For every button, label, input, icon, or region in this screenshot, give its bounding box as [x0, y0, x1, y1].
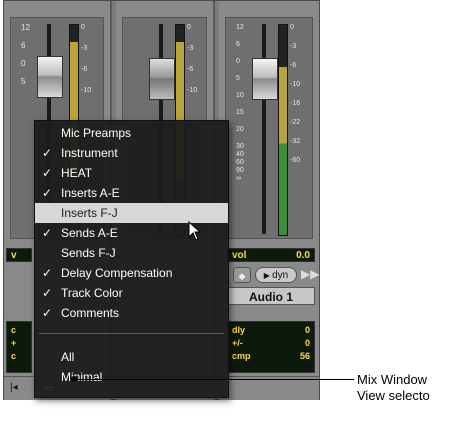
checkmark-icon: ✓	[42, 266, 53, 280]
menu-item-minimal[interactable]: Minimal	[35, 367, 228, 387]
callout-line	[74, 379, 354, 380]
menu-item-comments[interactable]: ✓ Comments	[35, 303, 228, 323]
delay-compensation-display: dly 0 +/- 0 cmp 56	[227, 321, 315, 373]
meter-scale: 0 -3 -6 -10 -16 -22 -32 -60	[290, 24, 301, 164]
expand-left-icon[interactable]: |◂	[10, 382, 18, 393]
volume-fader[interactable]	[37, 56, 63, 98]
checkmark-icon: ✓	[42, 166, 53, 180]
fader-track	[262, 24, 266, 234]
menu-item-inserts-f-j[interactable]: Inserts F-J	[35, 203, 228, 223]
menu-item-track-color[interactable]: ✓ Track Color	[35, 283, 228, 303]
volume-display[interactable]: v	[6, 248, 32, 262]
menu-item-inserts-a-e[interactable]: ✓ Inserts A-E	[35, 183, 228, 203]
track-name[interactable]: Audio 1	[227, 287, 315, 305]
volume-fader[interactable]	[252, 58, 278, 100]
checkmark-icon: ✓	[42, 186, 53, 200]
menu-item-delay-compensation[interactable]: ✓ Delay Compensation	[35, 263, 228, 283]
meter-scale: 0 -3 -6 -10	[187, 24, 198, 94]
fader-area: 12 6 0 5 10 15 20 30 40 60 90 ∞ 0 -3 -6 …	[225, 17, 313, 239]
menu-item-heat[interactable]: ✓ HEAT	[35, 163, 228, 183]
view-selector-menu: Mic Preamps ✓ Instrument ✓ HEAT ✓ Insert…	[34, 120, 229, 398]
delay-display: c + c	[6, 321, 32, 373]
automation-arrow-icon[interactable]: ◆	[233, 267, 251, 283]
channel-strip-3: 12 6 0 5 10 15 20 30 40 60 90 ∞ 0 -3 -6 …	[219, 1, 319, 400]
callout-label: Mix Window View selecto	[357, 372, 430, 403]
menu-item-mic-preamps[interactable]: Mic Preamps	[35, 123, 228, 143]
checkmark-icon: ✓	[42, 146, 53, 160]
play-triangle-icon: ▶	[263, 271, 273, 280]
dyn-button[interactable]: ▶ dyn	[255, 267, 297, 283]
menu-item-sends-f-j[interactable]: Sends F-J	[35, 243, 228, 263]
volume-display[interactable]: vol 0.0	[227, 248, 315, 262]
mouse-pointer-icon	[188, 221, 202, 241]
menu-separator	[39, 333, 224, 334]
level-meter	[278, 24, 288, 236]
fader-scale: 12 6 0 5 10 15 20 30 40 60 90 ∞	[236, 24, 244, 182]
fader-scale: 12 6 0 5	[21, 23, 30, 86]
volume-fader[interactable]	[149, 58, 175, 100]
checkmark-icon: ✓	[42, 226, 53, 240]
meter-scale: 0 -3 -6 -10	[81, 24, 92, 94]
checkmark-icon: ✓	[42, 306, 53, 320]
menu-item-all[interactable]: All	[35, 347, 228, 367]
checkmark-icon: ✓	[42, 286, 53, 300]
forward-arrow-icon[interactable]: ▶▶	[301, 267, 319, 281]
menu-item-instrument[interactable]: ✓ Instrument	[35, 143, 228, 163]
